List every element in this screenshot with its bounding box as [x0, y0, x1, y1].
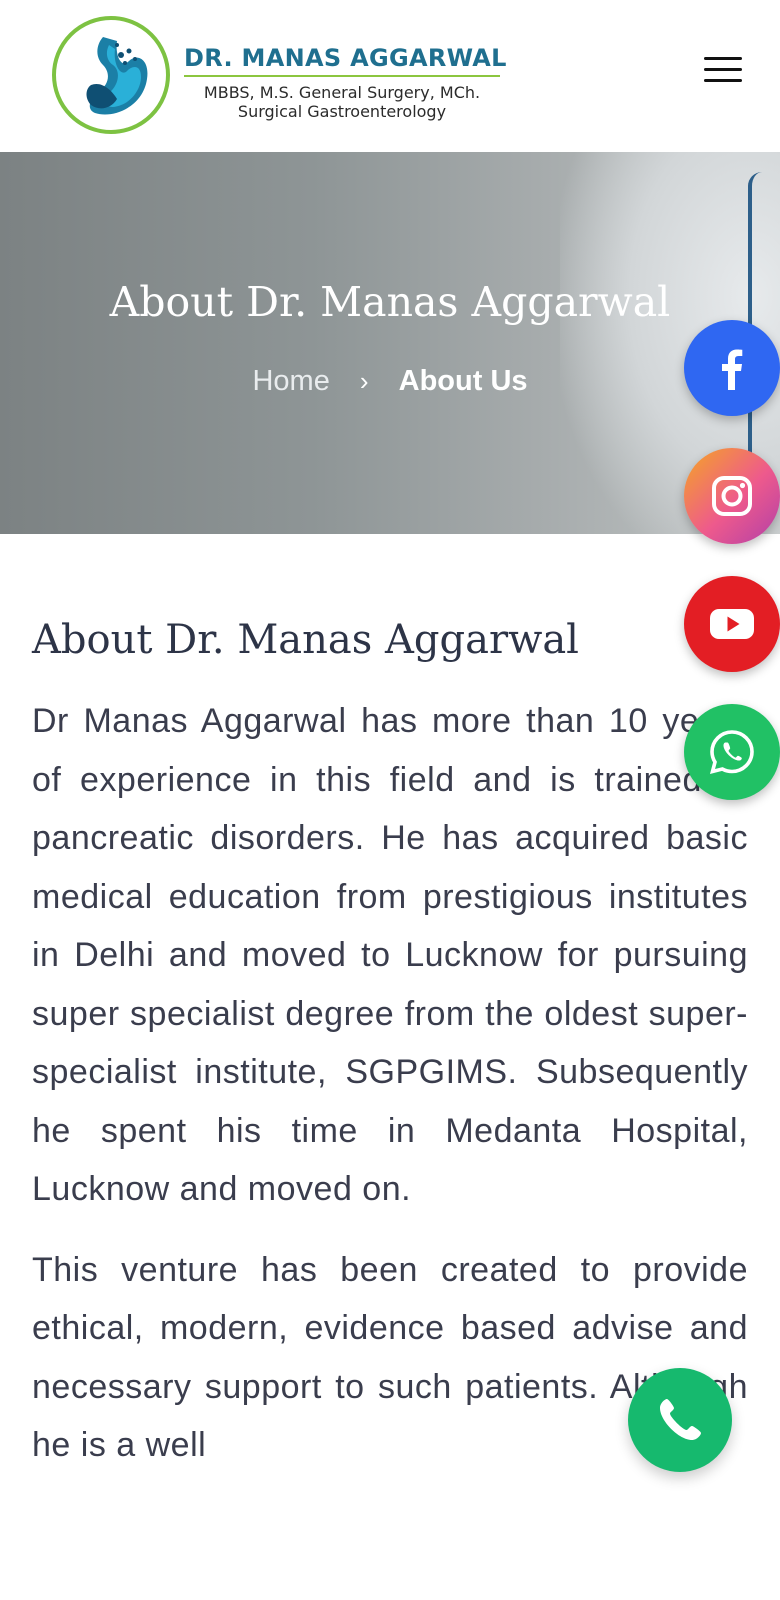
about-paragraph: Dr Manas Aggarwal has more than 10 years… — [32, 702, 748, 1208]
youtube-icon — [710, 609, 754, 639]
facebook-icon — [722, 349, 743, 390]
youtube-button[interactable] — [684, 576, 780, 672]
hamburger-menu-icon[interactable] — [700, 50, 746, 90]
call-button[interactable] — [628, 1368, 732, 1472]
page-hero-banner — [0, 152, 780, 534]
phone-icon — [660, 1399, 701, 1440]
menu-bar — [704, 79, 742, 82]
breadcrumb-home-link[interactable]: Home — [252, 365, 329, 397]
instagram-icon — [712, 476, 752, 516]
facebook-button[interactable] — [684, 320, 780, 416]
brand-divider — [184, 75, 500, 77]
page-title: About Dr. Manas Aggarwal — [109, 278, 671, 326]
section-heading: About Dr. Manas Aggarwal — [32, 617, 579, 663]
about-content: About Dr. Manas Aggarwal Dr Manas Aggarw… — [32, 610, 748, 1497]
brand-name[interactable]: DR. MANAS AGGARWAL — [184, 44, 506, 72]
stomach-logo-icon[interactable] — [51, 15, 171, 135]
menu-bar — [704, 57, 742, 60]
brand-subtitle-specialty: Surgical Gastroenterology — [237, 102, 447, 121]
breadcrumb-current: About Us — [398, 365, 528, 397]
whatsapp-icon — [709, 730, 754, 775]
brand-subtitle-degrees: MBBS, M.S. General Surgery, MCh. — [203, 83, 481, 102]
chevron-right-icon: › — [359, 366, 369, 396]
menu-bar — [704, 68, 742, 71]
whatsapp-button[interactable] — [684, 704, 780, 800]
breadcrumb: Home › About Us — [0, 365, 780, 398]
site-header: DR. MANAS AGGARWAL MBBS, M.S. General Su… — [0, 0, 780, 152]
instagram-button[interactable] — [684, 448, 780, 544]
